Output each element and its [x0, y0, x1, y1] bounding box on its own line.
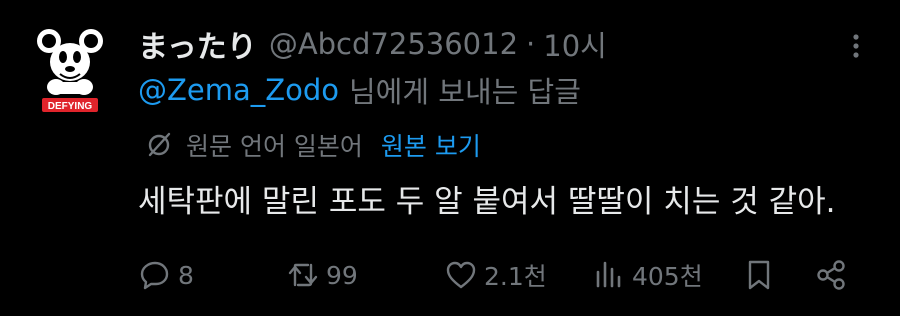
views-count: 405천	[632, 262, 703, 291]
retweet-button[interactable]: 99	[286, 252, 358, 298]
reply-to-label: 님에게 보내는 답글	[349, 75, 581, 109]
translation-source-label: 원문 언어 일본어	[186, 132, 363, 161]
reply-mention-link[interactable]: @Zema_Zodo	[138, 73, 339, 107]
bookmark-button[interactable]	[742, 252, 776, 298]
reply-icon	[140, 261, 169, 290]
avatar-badge-text: DEFYING	[48, 101, 93, 112]
tweet-header: まったり @Abcd72536012 · 10시	[138, 22, 607, 66]
like-button[interactable]: 2.1천	[444, 252, 547, 298]
more-vertical-icon	[853, 34, 859, 58]
views-button[interactable]: 405천	[592, 252, 703, 298]
reply-to-line: @Zema_Zodo 님에게 보내는 답글	[138, 68, 581, 112]
tweet-actions: 8 99 2.1천 405천	[138, 252, 858, 298]
reply-button[interactable]: 8	[138, 252, 194, 298]
share-icon	[817, 260, 845, 290]
more-options-button[interactable]	[838, 28, 874, 64]
bookmark-icon	[748, 260, 770, 290]
tweet-text: 세탁판에 말린 포도 두 알 붙여서 딸딸이 치는 것 같아.	[138, 184, 836, 220]
avatar[interactable]: DEFYING	[36, 24, 104, 116]
share-button[interactable]	[814, 252, 848, 298]
translate-icon	[148, 132, 171, 157]
author-handle[interactable]: @Abcd72536012	[269, 27, 518, 61]
header-separator: ·	[526, 27, 536, 61]
mouse-character-avatar-icon: DEFYING	[37, 29, 103, 112]
show-original-link[interactable]: 원본 보기	[381, 127, 481, 163]
translation-row: 원문 언어 일본어 원본 보기	[144, 124, 481, 166]
tweet: DEFYING まったり @Abcd72536012 · 10시 @Zema_Z…	[0, 0, 900, 316]
author-display-name[interactable]: まったり	[138, 22, 257, 66]
views-icon	[596, 261, 621, 288]
heart-icon	[446, 261, 476, 289]
retweet-count: 99	[326, 260, 358, 290]
reply-count: 8	[178, 260, 194, 290]
like-count: 2.1천	[484, 262, 547, 291]
retweet-icon	[288, 263, 318, 287]
tweet-timestamp[interactable]: 10시	[543, 23, 607, 65]
